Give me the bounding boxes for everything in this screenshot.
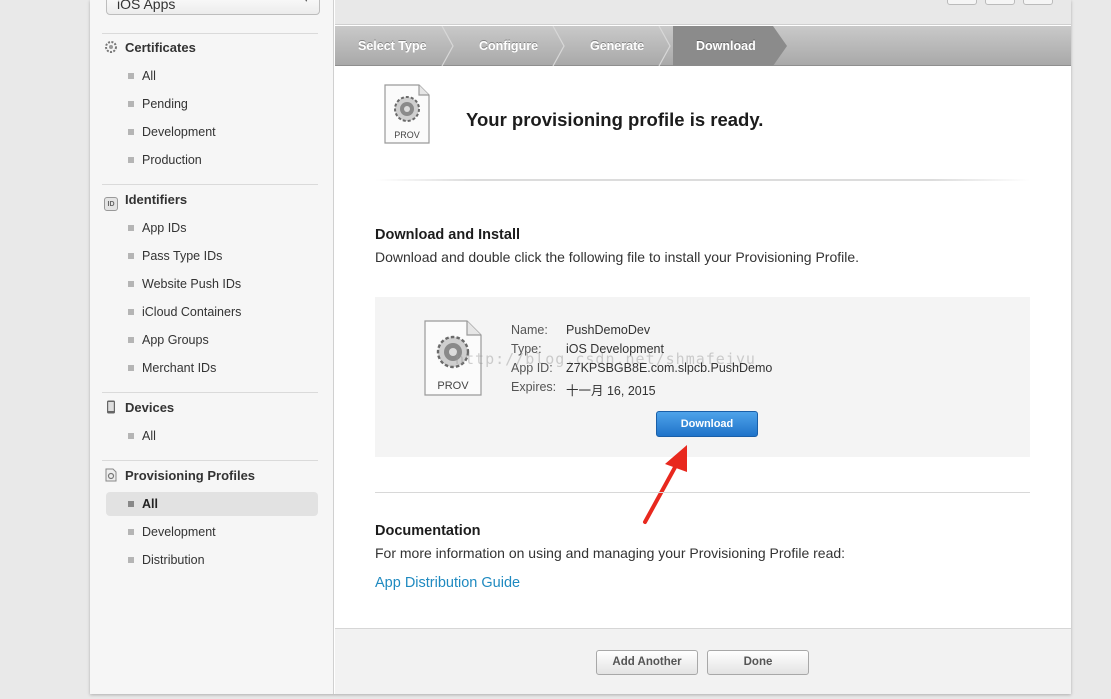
divider bbox=[102, 460, 318, 461]
toolbar-button[interactable] bbox=[1023, 0, 1053, 5]
wizard-steps: Select Type Configure Generate Download bbox=[335, 26, 1071, 66]
page-title: Your provisioning profile is ready. bbox=[466, 109, 764, 130]
divider bbox=[102, 392, 318, 393]
sidebar-item-label: All bbox=[142, 497, 158, 511]
section-provisioning-profiles: Provisioning Profiles bbox=[104, 468, 255, 483]
download-button[interactable]: Download bbox=[656, 411, 758, 437]
sidebar-item-label: All bbox=[142, 69, 156, 83]
content: PROV Your provisioning profile is ready.… bbox=[335, 67, 1071, 627]
label: Type: bbox=[511, 342, 542, 356]
provisioning-profile-file-icon: PROV bbox=[383, 83, 431, 150]
section-title: Certificates bbox=[125, 40, 196, 55]
section-title: Devices bbox=[125, 400, 175, 415]
sidebar-item-label: Website Push IDs bbox=[142, 277, 242, 291]
svg-text:PROV: PROV bbox=[394, 130, 420, 140]
sidebar-item-label: Development bbox=[142, 125, 216, 139]
section-title: Identifiers bbox=[125, 192, 188, 207]
label: Expires: bbox=[511, 380, 557, 394]
sidebar-item-pass-type-ids[interactable]: Pass Type IDs bbox=[106, 244, 318, 268]
label: Name: bbox=[511, 323, 548, 337]
step-separator bbox=[441, 26, 455, 66]
app-distribution-guide-link[interactable]: App Distribution Guide bbox=[375, 575, 520, 591]
step-separator bbox=[658, 26, 672, 66]
annotation-arrow-icon bbox=[635, 442, 695, 532]
profile-card: PROV http://blog.csdn.net/shmafeiyu Name… bbox=[375, 297, 1030, 457]
step-configure: Configure bbox=[479, 39, 539, 53]
step-separator bbox=[552, 26, 566, 66]
profile-type: iOS Development bbox=[566, 342, 664, 356]
divider bbox=[375, 179, 1030, 181]
divider bbox=[102, 33, 318, 34]
step-generate: Generate bbox=[590, 39, 645, 53]
sidebar-item-devices-all[interactable]: All bbox=[106, 424, 318, 448]
gear-certificate-icon bbox=[104, 40, 118, 54]
sidebar-item-label: Merchant IDs bbox=[142, 361, 217, 375]
sidebar-item-app-ids[interactable]: App IDs bbox=[106, 216, 318, 240]
sidebar-item-icloud-containers[interactable]: iCloud Containers bbox=[106, 300, 318, 324]
app-type-select-value: iOS Apps bbox=[117, 0, 176, 12]
sidebar-item-label: Pass Type IDs bbox=[142, 249, 223, 263]
toolbar-button[interactable] bbox=[985, 0, 1015, 5]
sidebar: iOS Apps ▾ Certificates All Pending Deve… bbox=[90, 0, 334, 694]
documentation-heading: Documentation bbox=[375, 523, 481, 539]
step-select-type: Select Type bbox=[358, 39, 427, 53]
step-download: Download bbox=[696, 39, 756, 53]
section-title: Provisioning Profiles bbox=[125, 468, 256, 483]
sidebar-item-label: App Groups bbox=[142, 333, 209, 347]
sidebar-item-label: App IDs bbox=[142, 221, 187, 235]
toolbar-button[interactable] bbox=[947, 0, 977, 5]
section-identifiers: ID Identifiers bbox=[104, 192, 187, 211]
provisioning-profile-icon bbox=[104, 468, 118, 482]
sidebar-item-certificates-pending[interactable]: Pending bbox=[106, 92, 318, 116]
profile-expires: 十一月 16, 2015 bbox=[566, 384, 656, 398]
sidebar-item-app-groups[interactable]: App Groups bbox=[106, 328, 318, 352]
sidebar-item-label: Distribution bbox=[142, 553, 205, 567]
toolbar bbox=[335, 0, 1071, 25]
sidebar-item-website-push-ids[interactable]: Website Push IDs bbox=[106, 272, 318, 296]
section-devices: Devices bbox=[104, 400, 174, 415]
id-badge-icon: ID bbox=[104, 197, 118, 211]
app-type-select[interactable]: iOS Apps ▾ bbox=[106, 0, 320, 15]
section-certificates: Certificates bbox=[104, 40, 196, 55]
chevron-down-icon: ▾ bbox=[303, 0, 309, 5]
divider bbox=[102, 184, 318, 185]
sidebar-item-label: iCloud Containers bbox=[142, 305, 242, 319]
app-window: iOS Apps ▾ Certificates All Pending Deve… bbox=[90, 0, 1071, 694]
sidebar-item-profiles-distribution[interactable]: Distribution bbox=[106, 548, 318, 572]
done-button[interactable]: Done bbox=[707, 650, 809, 675]
sidebar-item-profiles-all[interactable]: All bbox=[106, 492, 318, 516]
device-icon bbox=[104, 400, 118, 414]
footer: Add Another Done bbox=[335, 628, 1071, 694]
label: App ID: bbox=[511, 361, 553, 375]
svg-text:PROV: PROV bbox=[437, 380, 469, 392]
sidebar-item-certificates-development[interactable]: Development bbox=[106, 120, 318, 144]
sidebar-item-label: Development bbox=[142, 525, 216, 539]
download-install-heading: Download and Install bbox=[375, 227, 521, 243]
sidebar-item-label: Production bbox=[142, 153, 202, 167]
sidebar-item-label: All bbox=[142, 429, 156, 443]
divider bbox=[375, 492, 1030, 493]
sidebar-item-certificates-all[interactable]: All bbox=[106, 64, 318, 88]
add-another-button[interactable]: Add Another bbox=[596, 650, 698, 675]
sidebar-item-merchant-ids[interactable]: Merchant IDs bbox=[106, 356, 318, 380]
sidebar-item-certificates-production[interactable]: Production bbox=[106, 148, 318, 172]
sidebar-item-profiles-development[interactable]: Development bbox=[106, 520, 318, 544]
download-install-text: Download and double click the following … bbox=[375, 249, 860, 265]
sidebar-item-label: Pending bbox=[142, 97, 188, 111]
profile-name: PushDemoDev bbox=[566, 323, 651, 337]
documentation-text: For more information on using and managi… bbox=[375, 545, 846, 561]
profile-appid: Z7KPSBGB8E.com.slpcb.PushDemo bbox=[566, 361, 773, 375]
main-panel: Select Type Configure Generate Download bbox=[335, 0, 1071, 694]
